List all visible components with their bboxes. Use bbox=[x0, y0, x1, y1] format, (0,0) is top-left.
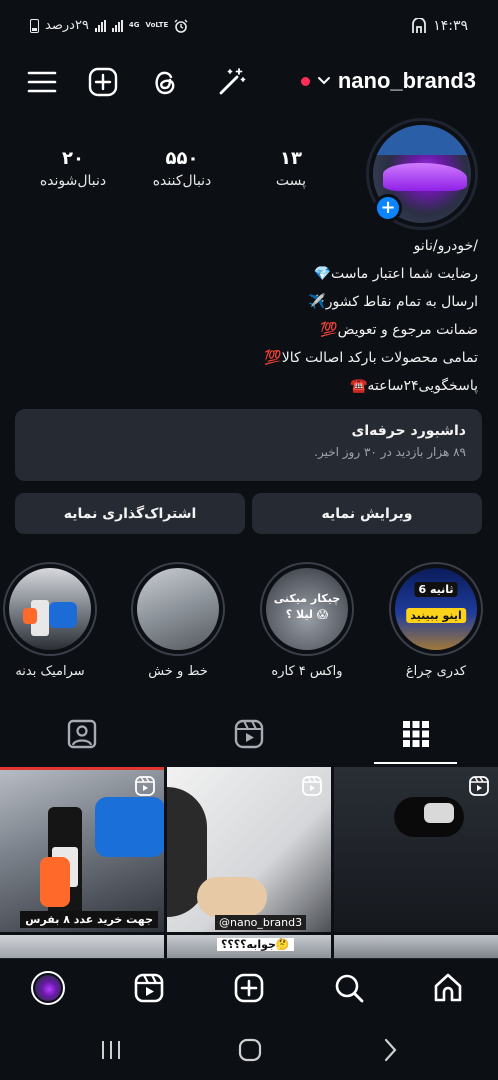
status-bar: ۲۹درصد 4G VoLTE ۱۴:۳۹ bbox=[0, 0, 498, 56]
status-right: ۱۴:۳۹ bbox=[411, 18, 468, 34]
highlight-caption: 6 ثانیه bbox=[414, 582, 458, 597]
bio-line: رضایت شما اعتبار ماست💎 bbox=[313, 266, 478, 282]
dashboard-title: داشبورد حرفه‌ای bbox=[351, 423, 466, 439]
highlight-item[interactable]: سرامیک بدنه bbox=[2, 562, 98, 679]
profile-avatar-icon[interactable] bbox=[31, 971, 65, 1005]
highlight-ring: 6 ثانیه اینو ببینید bbox=[389, 562, 483, 656]
back-icon[interactable] bbox=[376, 1036, 404, 1064]
grid-post[interactable] bbox=[334, 767, 498, 932]
highlight-caption: چیکار میکنی bbox=[273, 592, 341, 605]
profile-header: nano_brand3 bbox=[0, 56, 498, 110]
highlight-item[interactable]: 6 ثانیه اینو ببینید کدری چراغ bbox=[388, 562, 484, 679]
live-dot bbox=[300, 76, 310, 86]
highlight-ring bbox=[131, 562, 225, 656]
system-nav-bar bbox=[0, 1020, 498, 1080]
magic-wand-icon[interactable] bbox=[216, 66, 248, 98]
network-type: 4G bbox=[128, 21, 140, 29]
posts-stat[interactable]: ۱۳ پست bbox=[246, 148, 336, 189]
reel-icon bbox=[469, 776, 489, 796]
add-story-icon[interactable]: + bbox=[374, 194, 402, 222]
highlight-cover: 6 ثانیه اینو ببینید bbox=[395, 568, 477, 650]
home-button-icon[interactable] bbox=[236, 1036, 264, 1064]
reels-tab-icon[interactable] bbox=[233, 718, 265, 750]
grid-tab-icon[interactable] bbox=[400, 718, 432, 750]
bio-line: پاسخگویی۲۴ساعته☎️ bbox=[349, 378, 478, 394]
threads-icon[interactable] bbox=[149, 66, 181, 98]
post-caption: جوابه؟؟؟؟🤔 bbox=[217, 938, 294, 951]
tagged-tab-icon[interactable] bbox=[66, 718, 98, 750]
highlight-label: کدری چراغ bbox=[405, 664, 467, 679]
bio-line: ضمانت مرجوع و تعویض💯 bbox=[320, 322, 478, 338]
search-icon[interactable] bbox=[332, 971, 366, 1005]
highlight-cover bbox=[137, 568, 219, 650]
professional-dashboard[interactable]: داشبورد حرفه‌ای ۸۹ هزار بازدید در ۳۰ روز… bbox=[15, 409, 482, 481]
battery-icon bbox=[30, 18, 39, 33]
bio-line: ارسال به تمام نقاط کشور✈️ bbox=[308, 294, 478, 310]
home-icon[interactable] bbox=[431, 971, 465, 1005]
highlight-cover bbox=[9, 568, 91, 650]
username: nano_brand3 bbox=[337, 68, 476, 93]
highlight-label: سرامیک بدنه bbox=[15, 664, 85, 679]
following-stat[interactable]: ۲۰ دنبال‌شونده bbox=[28, 148, 118, 189]
grid-post[interactable]: @nano_brand3 bbox=[167, 767, 331, 932]
post-caption: جهت خرید عدد ۸ بفرس bbox=[20, 911, 158, 928]
bio-category[interactable]: /خودرو/نانو bbox=[18, 232, 478, 260]
dashboard-subtitle: ۸۹ هزار بازدید در ۳۰ روز اخیر. bbox=[314, 445, 466, 459]
active-tab-indicator bbox=[374, 762, 457, 764]
volte-indicator: VoLTE bbox=[145, 21, 169, 29]
create-post-icon[interactable] bbox=[232, 971, 266, 1005]
highlight-ring: چیکار میکنی لیلا ؟ 😱 bbox=[260, 562, 354, 656]
status-left: ۲۹درصد 4G VoLTE bbox=[30, 18, 188, 33]
reels-icon[interactable] bbox=[132, 971, 166, 1005]
following-label: دنبال‌شونده bbox=[39, 173, 107, 189]
menu-icon[interactable] bbox=[26, 66, 58, 98]
app-notification-icon bbox=[412, 18, 427, 33]
share-profile-button[interactable]: اشتراک‌گذاری نمایه bbox=[15, 493, 245, 534]
highlight-caption: لیلا ؟ 😱 bbox=[285, 608, 329, 621]
bio-line: تمامی محصولات بارکد اصالت کالا💯 bbox=[264, 350, 478, 366]
posts-count: ۱۳ bbox=[280, 148, 302, 169]
recent-apps-icon[interactable] bbox=[97, 1036, 125, 1064]
add-icon[interactable] bbox=[87, 66, 119, 98]
grid-post[interactable] bbox=[334, 935, 498, 958]
battery-percent: ۲۹درصد bbox=[45, 18, 89, 33]
grid-post[interactable]: جهت خرید عدد ۸ بفرس bbox=[0, 767, 164, 932]
followers-stat[interactable]: ۵۵۰ دنبال‌کننده bbox=[137, 148, 227, 189]
signal-icon bbox=[94, 19, 106, 32]
highlight-caption: اینو ببینید bbox=[406, 608, 466, 623]
following-count: ۲۰ bbox=[62, 148, 84, 169]
followers-label: دنبال‌کننده bbox=[152, 173, 212, 189]
grid-post[interactable] bbox=[0, 935, 164, 958]
highlight-cover: چیکار میکنی لیلا ؟ 😱 bbox=[266, 568, 348, 650]
post-caption: @nano_brand3 bbox=[215, 915, 307, 930]
bio: /خودرو/نانو رضایت شما اعتبار ماست💎 ارسال… bbox=[18, 232, 478, 400]
highlight-item[interactable]: خط و خش bbox=[130, 562, 226, 679]
reel-icon bbox=[302, 776, 322, 796]
reel-icon bbox=[135, 776, 155, 796]
edit-profile-button[interactable]: ویرایش نمایه bbox=[252, 493, 482, 534]
highlight-ring bbox=[3, 562, 97, 656]
highlight-label: واکس ۴ کاره bbox=[271, 664, 343, 679]
highlight-item[interactable]: چیکار میکنی لیلا ؟ 😱 واکس ۴ کاره bbox=[259, 562, 355, 679]
chevron-down-icon bbox=[317, 77, 330, 85]
clock: ۱۴:۳۹ bbox=[433, 18, 468, 34]
profile-tabs bbox=[0, 704, 498, 764]
highlight-label: خط و خش bbox=[148, 664, 208, 679]
bottom-nav bbox=[0, 958, 498, 1020]
followers-count: ۵۵۰ bbox=[165, 148, 199, 169]
alarm-icon bbox=[174, 19, 188, 33]
signal-icon-2 bbox=[111, 19, 123, 32]
posts-label: پست bbox=[275, 173, 307, 189]
grid-post[interactable]: جوابه؟؟؟؟🤔 bbox=[167, 935, 331, 958]
account-switcher[interactable]: nano_brand3 bbox=[300, 68, 476, 94]
